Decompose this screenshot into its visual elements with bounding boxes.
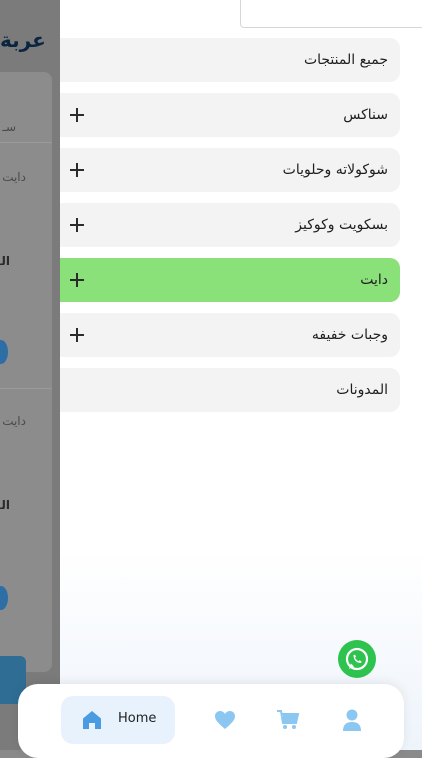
background-text: الـ (0, 254, 10, 268)
menu-item-label: دايت (360, 272, 388, 288)
background-text: الـ (0, 498, 10, 512)
whatsapp-button[interactable] (338, 640, 376, 678)
plus-icon[interactable] (70, 108, 84, 122)
search-input[interactable] (240, 0, 422, 28)
menu-item-label: المدونات (336, 382, 388, 398)
background-page-title: عربة (0, 28, 46, 52)
menu-item-blogs[interactable]: المدونات (60, 368, 400, 412)
plus-icon[interactable] (70, 218, 84, 232)
background-divider (0, 388, 52, 389)
menu-item-label: شوكولاته وحلويات (282, 162, 388, 178)
background-text: دايت (2, 414, 26, 428)
background-cart-card (0, 72, 52, 672)
bottom-navigation: Home (18, 684, 404, 758)
nav-home-label: Home (118, 711, 157, 726)
background-text: دايت (2, 170, 26, 184)
side-drawer: جميع المنتجات سناكس شوكولاته وحلويات بسك… (60, 0, 422, 750)
plus-icon[interactable] (70, 163, 84, 177)
heart-icon[interactable] (214, 710, 236, 730)
background-page: عربة سـ دايت الـ دايت الـ (0, 0, 60, 750)
plus-icon[interactable] (70, 328, 84, 342)
menu-item-label: سناكس (343, 107, 388, 123)
menu-item-biscuits-cookies[interactable]: بسكويت وكوكيز (60, 203, 400, 247)
nav-home-button[interactable]: Home (61, 696, 175, 744)
whatsapp-icon (345, 647, 369, 671)
plus-icon[interactable] (70, 273, 84, 287)
menu-item-chocolate-sweets[interactable]: شوكولاته وحلويات (60, 148, 400, 192)
menu-item-snacks[interactable]: سناكس (60, 93, 400, 137)
menu-item-light-meals[interactable]: وجبات خفيفه (60, 313, 400, 357)
menu-item-diet[interactable]: دايت (60, 258, 400, 302)
menu-item-all-products[interactable]: جميع المنتجات (60, 38, 400, 82)
menu-item-label: وجبات خفيفه (311, 327, 388, 343)
profile-icon[interactable] (342, 708, 362, 732)
home-icon (83, 711, 101, 729)
background-divider (0, 142, 52, 143)
cart-icon[interactable] (276, 709, 300, 731)
background-text: سـ (2, 120, 16, 134)
menu-item-label: جميع المنتجات (303, 52, 388, 68)
menu-item-label: بسكويت وكوكيز (295, 217, 388, 233)
